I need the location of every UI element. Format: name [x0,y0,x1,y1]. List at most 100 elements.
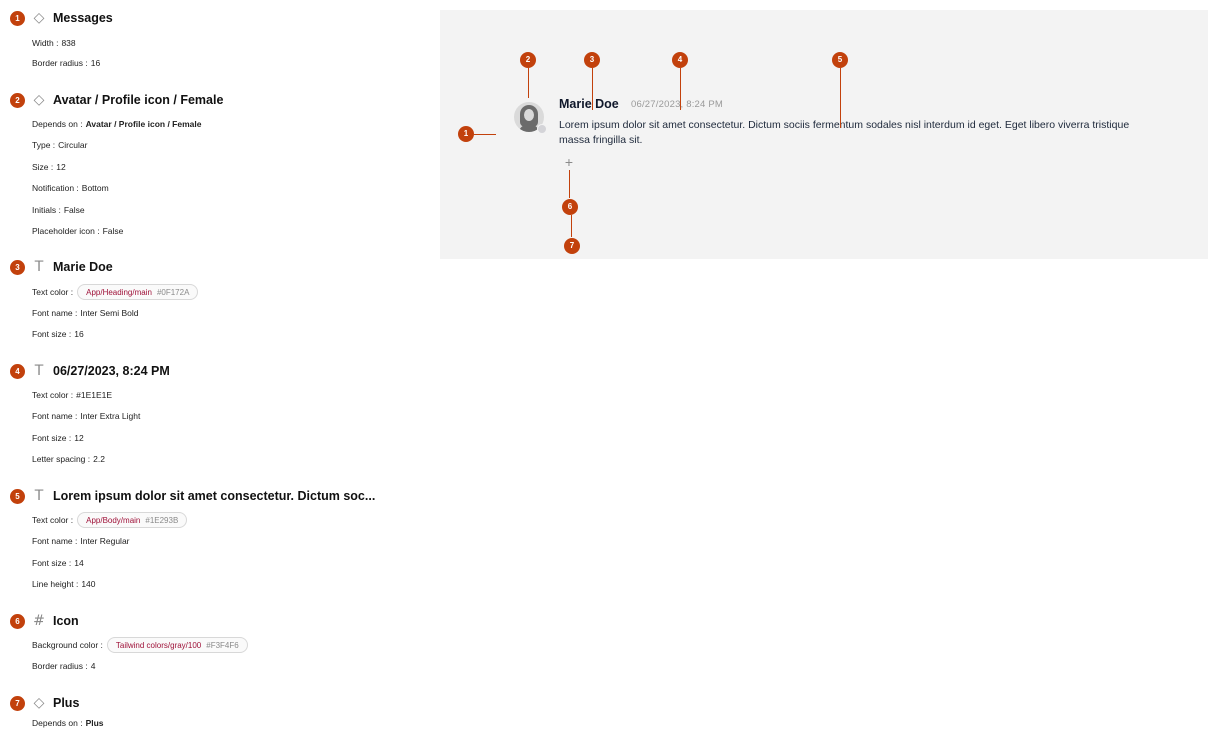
prop-label: Font size : [32,433,72,443]
text-icon: T [34,363,44,379]
spec-prop: Size :12 [32,160,66,174]
prop-label: Depends on : [32,718,83,728]
number-badge: 7 [10,695,25,711]
token-name: App/Heading/main [86,287,152,297]
spec-prop: Border radius :16 [32,56,100,70]
number-badge: 3 [10,259,25,275]
spec-prop: Type : Circular [32,138,87,152]
prop-value: 2.2 [93,454,105,464]
prop-label: Font name : [32,536,78,546]
spec-section-icon-frame: 6 # Icon [10,613,79,629]
message-author-name: Marie Doe [559,97,619,111]
token-name: App/Body/main [86,515,141,525]
spec-section-avatar: 2 ◇ Avatar / Profile icon / Female [10,92,223,108]
spec-prop: Depends on : Plus [32,716,104,730]
text-icon: T [34,259,44,275]
prop-value: Plus [85,718,104,728]
prop-label: Font size : [32,558,72,568]
prop-label: Type : [32,140,56,150]
spec-prop: Text color : App/Body/main #1E293B [32,512,188,528]
prop-value: 140 [81,579,96,589]
prop-value: #1E1E1E [76,390,113,400]
color-token-chip[interactable]: App/Body/main #1E293B [77,512,188,528]
spec-prop: Font name : Inter Semi Bold [32,306,138,320]
prop-value: Inter Extra Light [80,411,141,421]
token-hex: #F3F4F6 [206,640,239,650]
color-token-chip[interactable]: Tailwind colors/gray/100 #F3F4F6 [106,637,248,653]
diamond-icon: ◇ [33,695,45,711]
prop-label: Font name : [32,411,78,421]
token-name: Tailwind colors/gray/100 [115,640,202,650]
prop-label: Font size : [32,329,72,339]
spec-prop: Width :838 [32,36,76,50]
prop-value: 838 [61,38,76,48]
annotation-pin-7: 7 [564,238,580,254]
diamond-icon: ◇ [33,92,45,108]
spec-prop: Text color : #1E1E1E [32,388,112,402]
prop-value: 4 [90,661,96,671]
message-body: Lorem ipsum dolor sit amet consectetur. … [559,119,1130,146]
annotation-line-7 [571,215,572,237]
section-title: Messages [53,11,113,25]
prop-label: Depends on : [32,119,83,129]
prop-label: Border radius : [32,661,88,671]
annotation-line-1 [474,134,496,135]
annotation-pin-1: 1 [458,126,474,142]
prop-label: Placeholder icon : [32,226,100,236]
prop-value: Bottom [81,183,109,193]
color-token-chip[interactable]: App/Heading/main #0F172A [77,284,199,300]
plus-icon[interactable]: + [562,155,576,169]
spec-prop: Border radius :4 [32,659,95,673]
annotation-line-3 [592,68,593,110]
prop-label: Width : [32,38,59,48]
annotation-line-5 [840,68,841,128]
spec-section-plus: 7 ◇ Plus [10,695,79,711]
spec-prop: Depends on : Avatar / Profile icon / Fema… [32,117,201,131]
annotation-pin-5: 5 [832,52,848,68]
prop-label: Notification : [32,183,79,193]
spec-prop: Letter spacing :2.2 [32,452,105,466]
section-title: Lorem ipsum dolor sit amet consectetur. … [53,489,376,503]
frame-icon: # [33,613,45,629]
spec-prop: Font size :12 [32,431,84,445]
annotation-pin-4: 4 [672,52,688,68]
prop-value: False [102,226,124,236]
message-timestamp: 06/27/2023, 8:24 PM [631,99,724,110]
spec-prop: Text color : App/Heading/main #0F172A [32,284,199,300]
section-title: Plus [53,696,80,710]
spec-section-messages: 1 ◇ Messages [10,10,113,26]
annotation-pin-6: 6 [562,199,578,215]
number-badge: 5 [10,488,25,504]
prop-label: Text color : [32,390,74,400]
notification-dot [537,124,547,134]
section-title: Avatar / Profile icon / Female [53,93,224,107]
annotation-line-2 [528,68,529,98]
prop-label: Line height : [32,579,79,589]
prop-label: Initials : [32,205,61,215]
number-badge: 1 [10,10,25,26]
spec-prop: Placeholder icon : False [32,224,123,238]
prop-label: Border radius : [32,58,88,68]
prop-value: 16 [90,58,101,68]
prop-value: 16 [74,329,84,339]
spec-prop: Font name : Inter Regular [32,534,130,548]
text-icon: T [34,488,44,504]
prop-label: Background color : [32,640,103,650]
spec-section-time-text: 4 T 06/27/2023, 8:24 PM [10,363,170,379]
annotation-pin-2: 2 [520,52,536,68]
prop-value: Avatar / Profile icon / Female [85,119,202,129]
prop-value: Inter Semi Bold [80,308,139,318]
section-title: Icon [53,614,79,628]
spec-prop: Background color : Tailwind colors/gray/1… [32,637,248,653]
spec-prop: Initials : False [32,203,85,217]
spec-section-body-text: 5 T Lorem ipsum dolor sit amet consectet… [10,488,375,504]
number-badge: 6 [10,613,25,629]
prop-value: 14 [74,558,84,568]
annotation-pin-3: 3 [584,52,600,68]
annotation-line-6 [569,170,570,198]
spec-section-name-text: 3 T Marie Doe [10,259,113,275]
prop-value: 12 [56,162,66,172]
spec-prop: Font size :16 [32,327,84,341]
section-title: Marie Doe [53,260,113,274]
section-title: 06/27/2023, 8:24 PM [53,364,170,378]
